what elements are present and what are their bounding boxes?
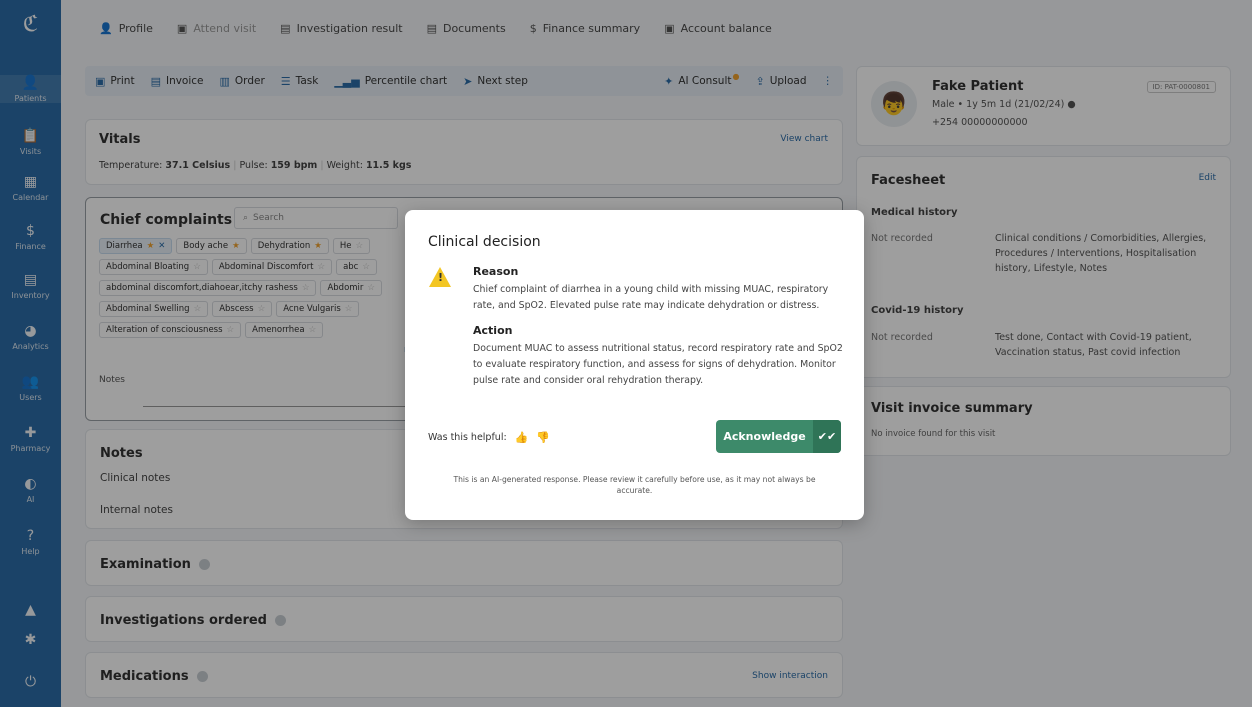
feedback-row: Was this helpful: 👍 👎	[428, 431, 550, 444]
acknowledge-label: Acknowledge	[723, 430, 806, 443]
thumbs-down-icon[interactable]: 👎	[536, 431, 550, 444]
helpful-label: Was this helpful:	[428, 432, 507, 443]
reason-text: Chief complaint of diarrhea in a young c…	[473, 284, 829, 311]
thumbs-up-icon[interactable]: 👍	[515, 431, 529, 444]
modal-title: Clinical decision	[428, 234, 541, 250]
reason-block: Reason Chief complaint of diarrhea in a …	[473, 265, 845, 314]
ai-disclaimer: This is an AI-generated response. Please…	[453, 475, 816, 495]
double-check-icon: ✔✔	[813, 420, 841, 453]
action-title: Action	[473, 324, 513, 337]
sidebar-overlay	[0, 0, 61, 707]
clinical-decision-modal: Clinical decision ! Reason Chief complai…	[405, 210, 864, 520]
action-block: Action Document MUAC to assess nutrition…	[473, 324, 845, 389]
warning-icon: !	[429, 267, 451, 287]
reason-title: Reason	[473, 265, 519, 278]
acknowledge-button[interactable]: Acknowledge ✔✔	[716, 420, 841, 453]
action-text: Document MUAC to assess nutritional stat…	[473, 343, 843, 386]
